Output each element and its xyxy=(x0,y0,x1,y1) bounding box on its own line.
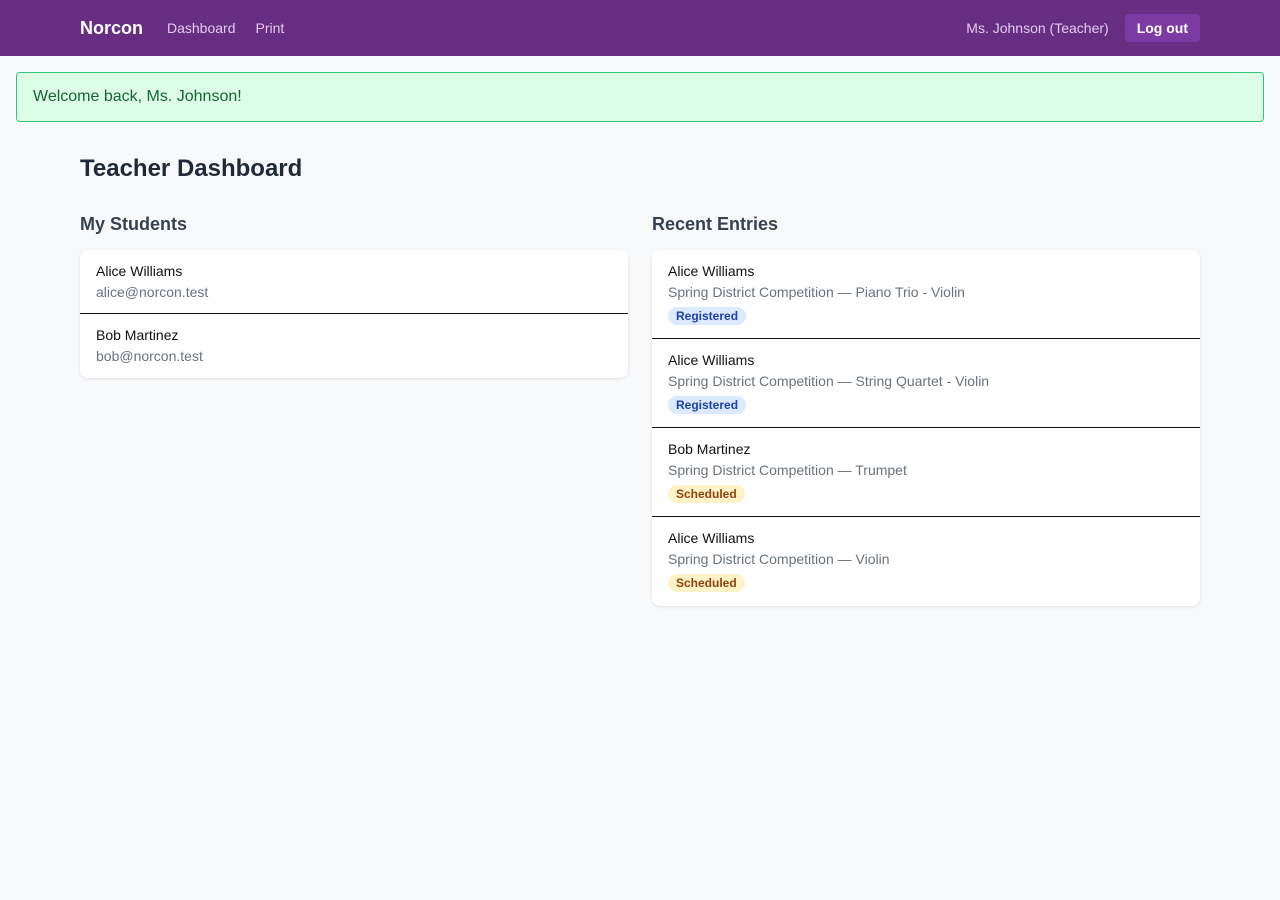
entry-student-name: Bob Martinez xyxy=(668,441,751,457)
entries-card: Alice Williams Spring District Competiti… xyxy=(652,250,1200,606)
status-badge: Scheduled xyxy=(668,485,745,503)
entry-detail: Spring District Competition — Violin xyxy=(668,551,890,567)
recent-entries-heading: Recent Entries xyxy=(652,214,779,234)
entry-student-name: Alice Williams xyxy=(668,352,755,368)
current-user-label: Ms. Johnson (Teacher) xyxy=(966,20,1109,36)
entry-row[interactable]: Alice Williams Spring District Competiti… xyxy=(652,517,1200,606)
student-row[interactable]: Alice Williams alice@norcon.test xyxy=(80,250,628,314)
my-students-section: My Students Alice Williams alice@norcon.… xyxy=(80,212,628,378)
student-name: Bob Martinez xyxy=(96,327,179,343)
nav-link-print[interactable]: Print xyxy=(256,20,285,36)
student-email: bob@norcon.test xyxy=(96,348,203,364)
status-badge: Scheduled xyxy=(668,574,745,592)
nav-link-dashboard[interactable]: Dashboard xyxy=(167,20,236,36)
entry-student-name: Alice Williams xyxy=(668,530,755,546)
entry-detail: Spring District Competition — Piano Trio… xyxy=(668,284,965,300)
student-email: alice@norcon.test xyxy=(96,284,209,300)
welcome-flash-message: Welcome back, Ms. Johnson! xyxy=(16,72,1264,122)
entry-detail: Spring District Competition — String Qua… xyxy=(668,373,990,389)
page-title: Teacher Dashboard xyxy=(80,155,303,182)
my-students-heading: My Students xyxy=(80,214,188,234)
entry-student-name: Alice Williams xyxy=(668,263,755,279)
student-row[interactable]: Bob Martinez bob@norcon.test xyxy=(80,314,628,378)
students-card: Alice Williams alice@norcon.test Bob Mar… xyxy=(80,250,628,378)
recent-entries-section: Recent Entries Alice Williams Spring Dis… xyxy=(652,212,1200,606)
entry-row[interactable]: Alice Williams Spring District Competiti… xyxy=(652,250,1200,339)
logout-button[interactable]: Log out xyxy=(1124,14,1200,42)
status-badge: Registered xyxy=(668,307,747,325)
top-navbar: Norcon Dashboard Print Ms. Johnson (Teac… xyxy=(0,0,1280,56)
student-name: Alice Williams xyxy=(96,263,183,279)
entry-row[interactable]: Bob Martinez Spring District Competition… xyxy=(652,428,1200,517)
status-badge: Registered xyxy=(668,396,747,414)
brand-logo[interactable]: Norcon xyxy=(80,18,143,39)
entry-detail: Spring District Competition — Trumpet xyxy=(668,462,907,478)
entry-row[interactable]: Alice Williams Spring District Competiti… xyxy=(652,339,1200,428)
